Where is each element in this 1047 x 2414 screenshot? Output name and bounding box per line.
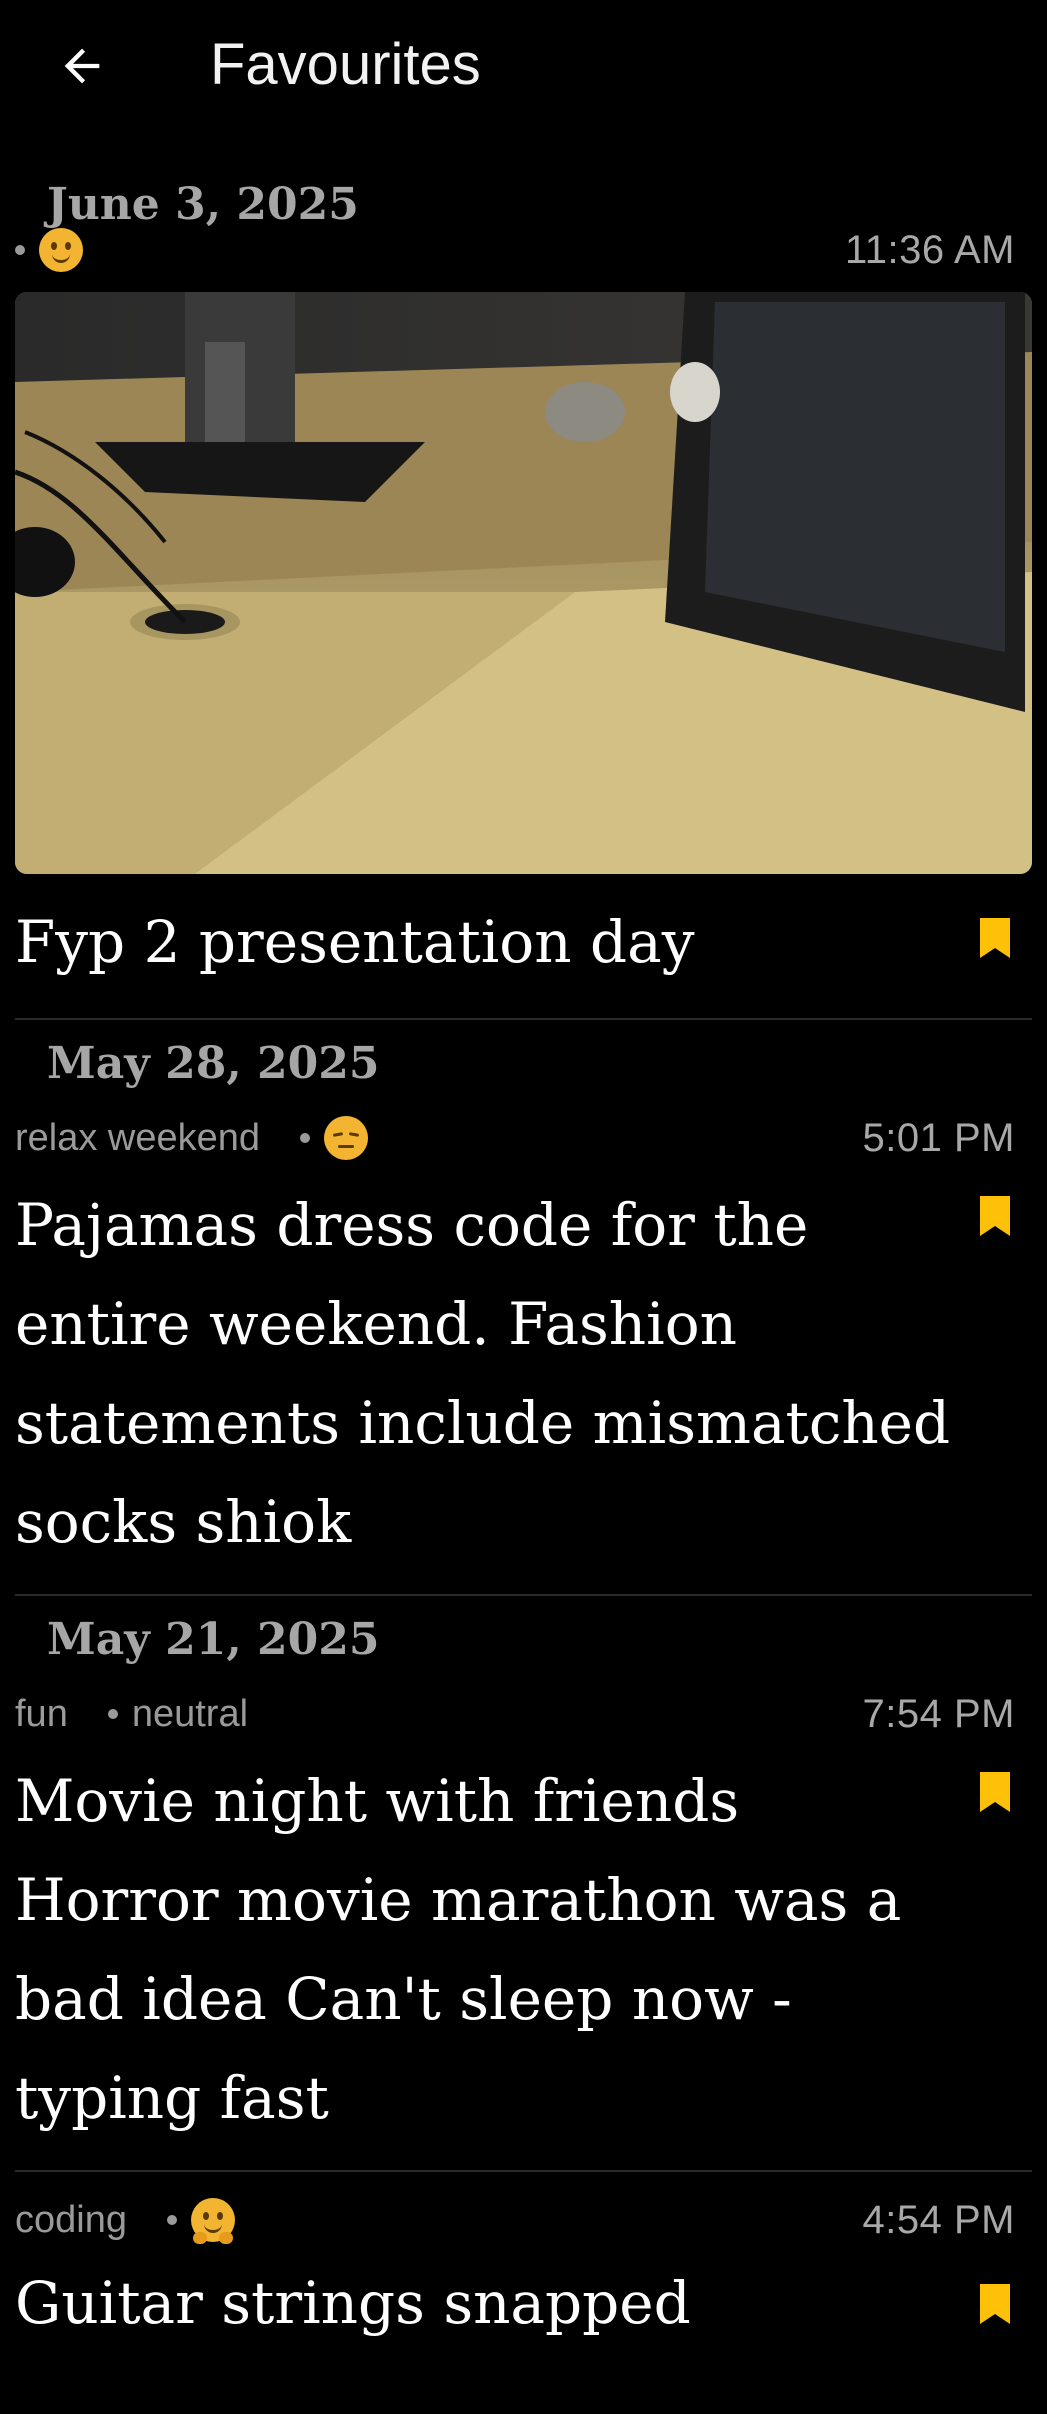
entry-text: Movie night with friends Horror movie ma…	[15, 1767, 902, 2132]
bullet-separator	[15, 245, 25, 255]
bookmark-icon[interactable]	[980, 1772, 1010, 1812]
date-heading: May 21, 2025	[47, 1614, 380, 1665]
entry-time: 11:36 AM	[844, 227, 1015, 272]
app-bar: Favourites	[0, 0, 1047, 130]
entry-time: 5:01 PM	[862, 1115, 1015, 1160]
entry-text: Guitar strings snapped	[15, 2269, 691, 2337]
entry-meta: fun neutral 7:54 PM	[15, 1684, 1032, 1744]
relieved-face-icon	[324, 1116, 369, 1160]
mood-label: neutral	[131, 1692, 249, 1735]
page-title: Favourites	[210, 32, 481, 97]
bookmark-icon[interactable]	[980, 1196, 1010, 1236]
entry-photo[interactable]	[15, 292, 1032, 874]
favourites-list: June 3, 2025 11:36 AM Fyp 2 presentation…	[0, 150, 1047, 2353]
back-button[interactable]	[50, 34, 114, 98]
divider	[15, 2170, 1032, 2172]
bookmark-icon[interactable]	[980, 918, 1010, 958]
bullet-separator	[107, 1709, 118, 1719]
entry-meta: relax weekend 5:01 PM	[15, 1108, 1032, 1168]
slightly-smiling-face-icon	[39, 228, 83, 272]
entry-text: Pajamas dress code for the entire weeken…	[15, 1191, 951, 1556]
entry-text: Fyp 2 presentation day	[15, 908, 695, 976]
list-item[interactable]: coding 4:54 PM Guitar strings snapped	[0, 2190, 1047, 2353]
date-heading: May 28, 2025	[47, 1038, 380, 1089]
bullet-separator	[300, 1133, 311, 1143]
entry-tag: coding	[15, 2198, 127, 2241]
list-item[interactable]: May 21, 2025 fun neutral 7:54 PM Movie n…	[0, 1596, 1047, 2172]
hugging-face-icon	[190, 2198, 235, 2244]
entry-tag: relax weekend	[15, 1116, 261, 1159]
arrow-left-icon	[64, 48, 100, 84]
list-item[interactable]: May 28, 2025 relax weekend 5:01 PM Pajam…	[0, 1020, 1047, 1596]
list-item[interactable]: June 3, 2025 11:36 AM Fyp 2 presentation…	[0, 150, 1047, 1020]
entry-time: 7:54 PM	[862, 1691, 1015, 1736]
entry-tag: fun	[15, 1692, 68, 1735]
entry-time: 4:54 PM	[862, 2197, 1015, 2242]
bullet-separator	[166, 2215, 177, 2225]
photo-image	[15, 292, 1032, 874]
entry-meta: 11:36 AM	[15, 220, 1032, 280]
bookmark-icon[interactable]	[980, 2284, 1010, 2324]
entry-meta: coding 4:54 PM	[15, 2190, 1032, 2250]
